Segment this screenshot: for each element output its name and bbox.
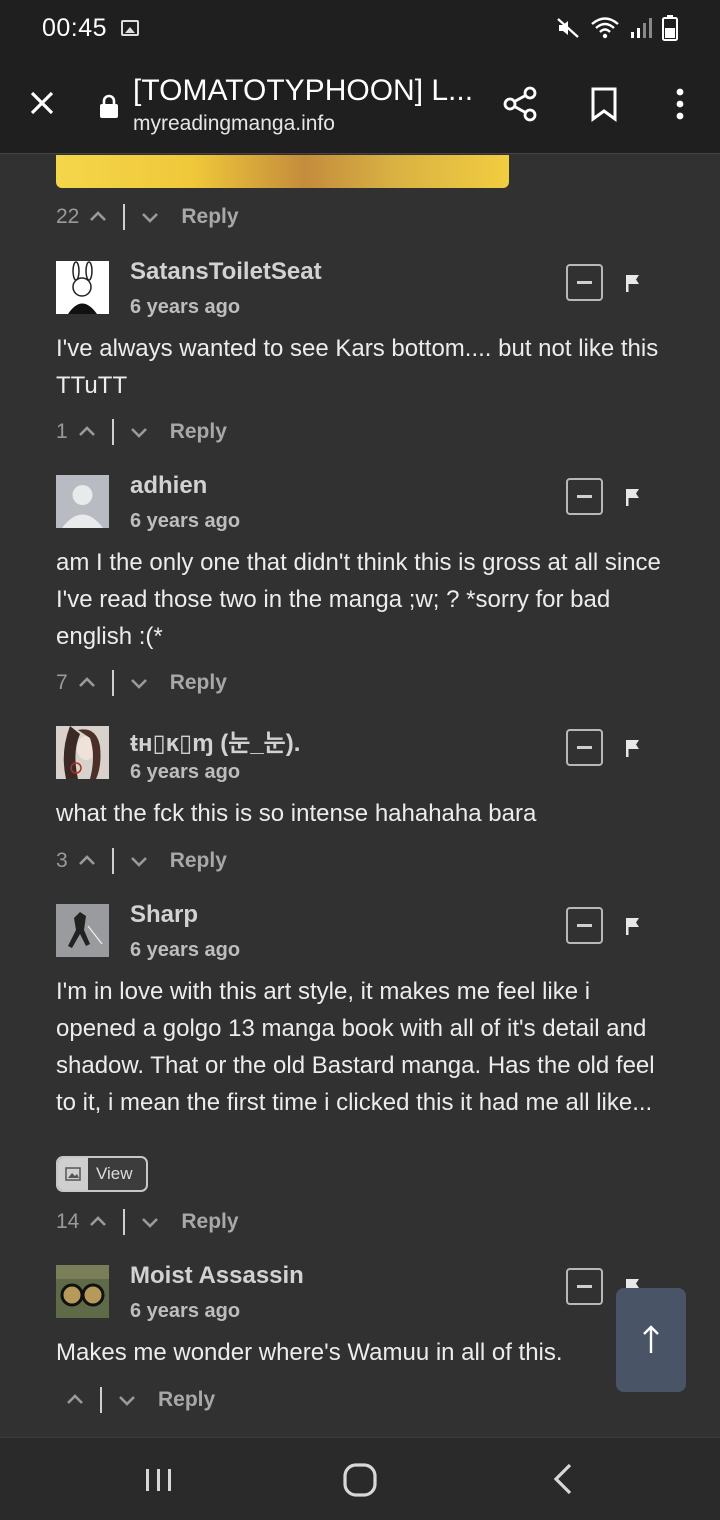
vote-divider: [111, 670, 114, 696]
vote-divider: [123, 204, 126, 230]
comment-timestamp[interactable]: 6 years ago: [130, 510, 240, 533]
vote-row: 14 Reply: [56, 1209, 239, 1235]
flag-icon[interactable]: [624, 487, 642, 507]
vote-row: 1 Reply: [56, 419, 227, 445]
wifi-icon: [591, 17, 619, 39]
comment-text: Makes me wonder where's Wamuu in all of …: [56, 1339, 563, 1366]
status-indicators: [556, 15, 678, 41]
vote-count: 22: [56, 205, 80, 228]
comment-timestamp[interactable]: 6 years ago: [130, 1300, 240, 1323]
vote-divider: [111, 848, 114, 874]
reply-link[interactable]: Reply: [181, 205, 238, 229]
collapse-button[interactable]: [566, 264, 603, 301]
vote-count: 7: [56, 671, 68, 694]
downvote-icon[interactable]: [139, 1211, 161, 1233]
upvote-icon[interactable]: [64, 1389, 86, 1411]
page-url[interactable]: myreadingmanga.info: [133, 112, 335, 136]
downvote-icon[interactable]: [128, 850, 150, 872]
vote-divider: [111, 419, 114, 445]
status-time: 00:45: [42, 13, 108, 42]
reply-link[interactable]: Reply: [170, 420, 227, 444]
comment-text: what the fck this is so intense hahahaha…: [56, 800, 537, 827]
vote-count: 3: [56, 849, 68, 872]
reply-link[interactable]: Reply: [170, 671, 227, 695]
page-title[interactable]: [TOMATOTYPHOON] L...: [133, 74, 473, 108]
image-icon: [58, 1158, 88, 1190]
image-notification-icon: [121, 20, 140, 36]
vote-count: 14: [56, 1210, 80, 1233]
view-media-button[interactable]: View: [56, 1156, 148, 1192]
comment-text: am I the only one that didn't think this…: [56, 549, 661, 650]
vote-row: 3 Reply: [56, 848, 227, 874]
comment-timestamp[interactable]: 6 years ago: [130, 761, 240, 784]
recent-apps-icon[interactable]: [143, 1466, 175, 1494]
avatar[interactable]: [56, 1265, 109, 1318]
collapse-button[interactable]: [566, 478, 603, 515]
vote-row: Reply: [56, 1387, 215, 1413]
vote-row: 22 Reply: [56, 204, 239, 230]
arrow-up-icon: [643, 1325, 659, 1353]
comment-username[interactable]: adhien: [130, 472, 207, 500]
bookmark-icon[interactable]: [586, 84, 622, 124]
comment-username[interactable]: Sharp: [130, 901, 198, 929]
flag-icon[interactable]: [624, 273, 642, 293]
downvote-icon[interactable]: [128, 672, 150, 694]
battery-icon: [662, 15, 678, 41]
avatar[interactable]: [56, 261, 109, 314]
reply-link[interactable]: Reply: [170, 849, 227, 873]
embedded-image[interactable]: [56, 155, 509, 188]
comments-section: 22 Reply SatansToiletSeat 6 years ago I'…: [0, 155, 720, 1437]
more-options-icon[interactable]: [664, 84, 696, 124]
avatar[interactable]: [56, 475, 109, 528]
comment-text: I'm in love with this art style, it make…: [56, 978, 655, 1116]
upvote-icon[interactable]: [76, 421, 98, 443]
lock-icon: [100, 94, 118, 118]
downvote-icon[interactable]: [128, 421, 150, 443]
scroll-to-top-button[interactable]: [616, 1288, 686, 1392]
signal-icon: [631, 18, 652, 38]
downvote-icon[interactable]: [116, 1389, 138, 1411]
avatar[interactable]: [56, 726, 109, 779]
reply-link[interactable]: Reply: [181, 1210, 238, 1234]
close-icon[interactable]: [22, 83, 62, 123]
vote-count: 1: [56, 420, 68, 443]
vote-divider: [100, 1387, 102, 1413]
comment-username[interactable]: ŧʜ▯ĸ▯ɱ (눈_눈).: [130, 723, 300, 758]
system-nav-bar: [0, 1437, 720, 1520]
collapse-button[interactable]: [566, 907, 603, 944]
browser-toolbar: [TOMATOTYPHOON] L... myreadingmanga.info: [0, 56, 720, 154]
comment-text: I've always wanted to see Kars bottom...…: [56, 335, 659, 399]
comment-timestamp[interactable]: 6 years ago: [130, 296, 240, 319]
vote-row: 7 Reply: [56, 670, 227, 696]
comment-timestamp[interactable]: 6 years ago: [130, 939, 240, 962]
reply-link[interactable]: Reply: [158, 1388, 215, 1412]
vote-divider: [123, 1209, 126, 1235]
upvote-icon[interactable]: [76, 672, 98, 694]
home-icon[interactable]: [340, 1460, 380, 1500]
view-label: View: [96, 1164, 133, 1183]
collapse-button[interactable]: [566, 729, 603, 766]
comment-username[interactable]: SatansToiletSeat: [130, 258, 322, 286]
mute-icon: [557, 18, 579, 38]
comment-username[interactable]: Moist Assassin: [130, 1262, 304, 1290]
upvote-icon[interactable]: [87, 206, 109, 228]
flag-icon[interactable]: [624, 916, 642, 936]
collapse-button[interactable]: [566, 1268, 603, 1305]
status-bar: 00:45: [0, 0, 720, 56]
flag-icon[interactable]: [624, 738, 642, 758]
share-icon[interactable]: [500, 84, 540, 124]
upvote-icon[interactable]: [87, 1211, 109, 1233]
downvote-icon[interactable]: [139, 206, 161, 228]
upvote-icon[interactable]: [76, 850, 98, 872]
back-icon[interactable]: [550, 1462, 576, 1496]
avatar[interactable]: [56, 904, 109, 957]
